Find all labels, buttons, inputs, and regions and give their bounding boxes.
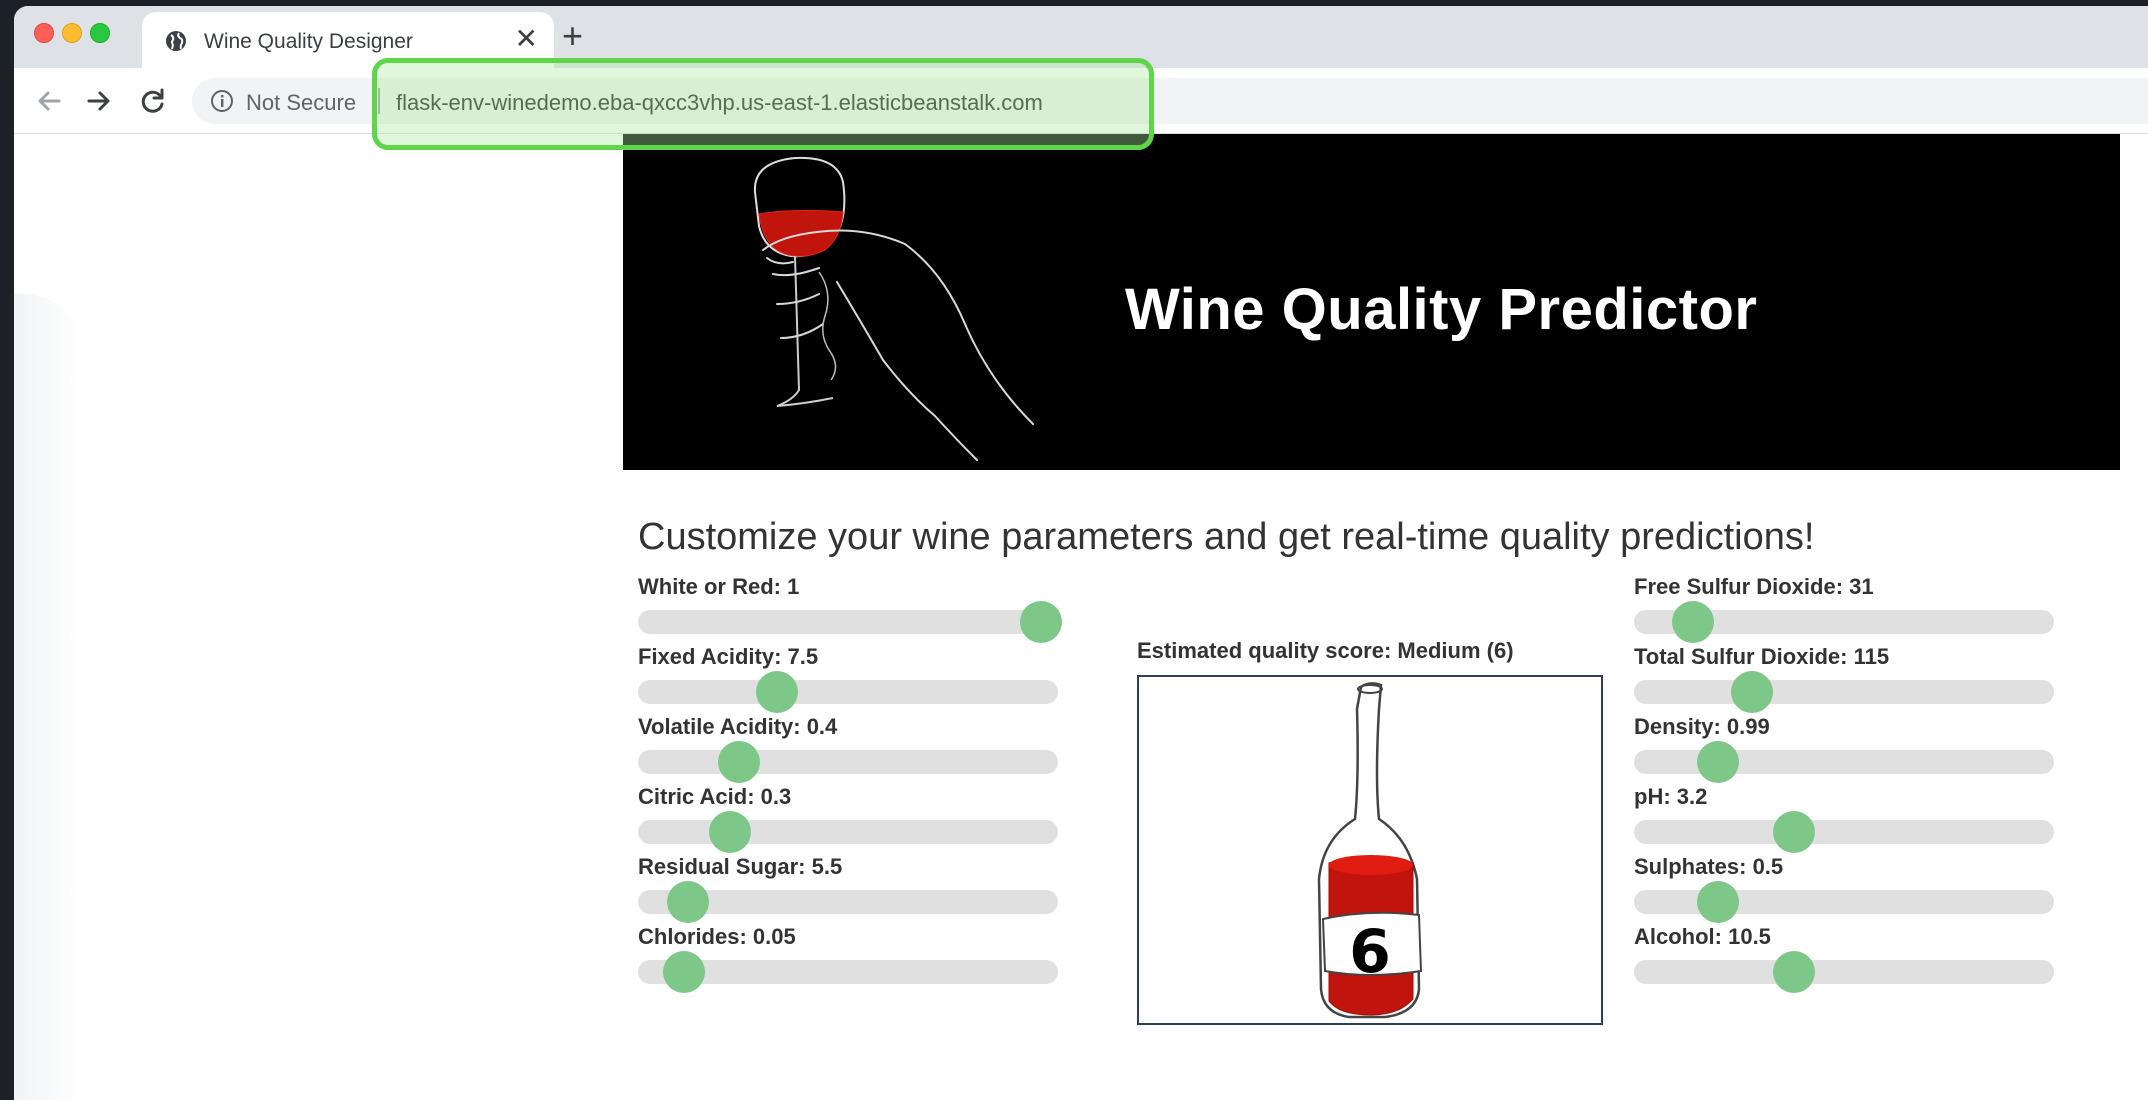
slider-track[interactable] (638, 811, 1058, 853)
right-slider-4: Sulphates: 0.5 (1634, 854, 2054, 923)
slider-thumb[interactable] (1730, 671, 1773, 713)
slider-label: Residual Sugar: 5.5 (638, 854, 843, 879)
slider-label: Volatile Acidity: 0.4 (638, 714, 838, 739)
right-slider-0: Free Sulfur Dioxide: 31 (1634, 574, 2054, 643)
window-close-button[interactable] (34, 23, 54, 43)
left-decorative-shadow (14, 294, 84, 1100)
slider-label: White or Red: 1 (638, 574, 800, 599)
slider-thumb[interactable] (663, 951, 706, 993)
web-page: Wine Quality Predictor Customize your wi… (14, 134, 2148, 1100)
slider-track[interactable] (638, 741, 1058, 783)
page-title: Wine Quality Predictor (1125, 277, 1758, 342)
left-slider-2: Volatile Acidity: 0.4 (638, 714, 1058, 783)
slider-thumb[interactable] (667, 881, 710, 923)
quality-estimate-label: Estimated quality score: Medium (6) (1137, 638, 1514, 663)
slider-thumb[interactable] (1697, 741, 1739, 783)
slider-track[interactable] (638, 881, 1058, 923)
slider-label: Total Sulfur Dioxide: 115 (1634, 644, 1890, 669)
slider-track[interactable] (638, 671, 1058, 713)
page-subtitle: Customize your wine parameters and get r… (638, 516, 1815, 558)
back-arrow-icon[interactable] (32, 84, 66, 118)
slider-label: pH: 3.2 (1634, 784, 1708, 809)
left-slider-1: Fixed Acidity: 7.5 (638, 644, 1058, 713)
tab-title: Wine Quality Designer (204, 30, 413, 53)
slider-label: Chlorides: 0.05 (638, 924, 796, 949)
right-slider-1: Total Sulfur Dioxide: 115 (1634, 644, 2054, 713)
security-status[interactable]: Not Secure (246, 90, 356, 116)
slider-track[interactable] (1634, 741, 2054, 783)
slider-track[interactable] (1634, 951, 2054, 993)
forward-arrow-icon[interactable] (82, 84, 116, 118)
slider-thumb[interactable] (755, 671, 798, 713)
url-highlight-annotation (372, 58, 1154, 150)
right-slider-5: Alcohol: 10.5 (1634, 924, 2054, 993)
close-tab-icon[interactable]: ✕ (515, 25, 538, 53)
window-maximize-button[interactable] (90, 23, 110, 43)
slider-track[interactable] (1634, 881, 2054, 923)
slider-thumb[interactable] (1671, 601, 1714, 643)
browser-window: Wine Quality Designer ✕ + Not Secure fla… (14, 6, 2148, 1100)
slider-label: Free Sulfur Dioxide: 31 (1634, 574, 1874, 599)
slider-track[interactable] (1634, 811, 2054, 853)
left-slider-3: Citric Acid: 0.3 (638, 784, 1058, 853)
slider-label: Density: 0.99 (1634, 714, 1770, 739)
slider-thumb[interactable] (1697, 881, 1739, 923)
header-banner: Wine Quality Predictor (623, 134, 2120, 470)
left-slider-4: Residual Sugar: 5.5 (638, 854, 1058, 923)
slider-label: Citric Acid: 0.3 (638, 784, 792, 809)
slider-track[interactable] (1634, 671, 2054, 713)
left-slider-5: Chlorides: 0.05 (638, 924, 1058, 993)
slider-thumb[interactable] (709, 811, 752, 853)
reload-icon[interactable] (136, 84, 170, 118)
bottle-display: 6 (1137, 675, 1603, 1025)
slider-track[interactable] (638, 951, 1058, 993)
left-slider-0: White or Red: 1 (638, 574, 1063, 643)
slider-thumb[interactable] (1772, 811, 1815, 853)
right-slider-3: pH: 3.2 (1634, 784, 2054, 853)
info-icon[interactable] (210, 89, 234, 113)
slider-thumb[interactable] (1772, 951, 1815, 993)
slider-thumb[interactable] (717, 741, 760, 783)
slider-label: Alcohol: 10.5 (1634, 924, 1771, 949)
wine-glass-hand-illustration (753, 156, 1034, 461)
window-minimize-button[interactable] (62, 23, 82, 43)
new-tab-button[interactable]: + (562, 18, 583, 54)
right-slider-2: Density: 0.99 (1634, 714, 2054, 783)
globe-icon (166, 31, 186, 51)
slider-thumb[interactable] (1020, 601, 1063, 643)
slider-track[interactable] (638, 601, 1063, 643)
slider-label: Fixed Acidity: 7.5 (638, 644, 819, 669)
slider-label: Sulphates: 0.5 (1634, 854, 1784, 879)
bottle-score: 6 (1349, 917, 1391, 987)
slider-track[interactable] (1634, 601, 2054, 643)
